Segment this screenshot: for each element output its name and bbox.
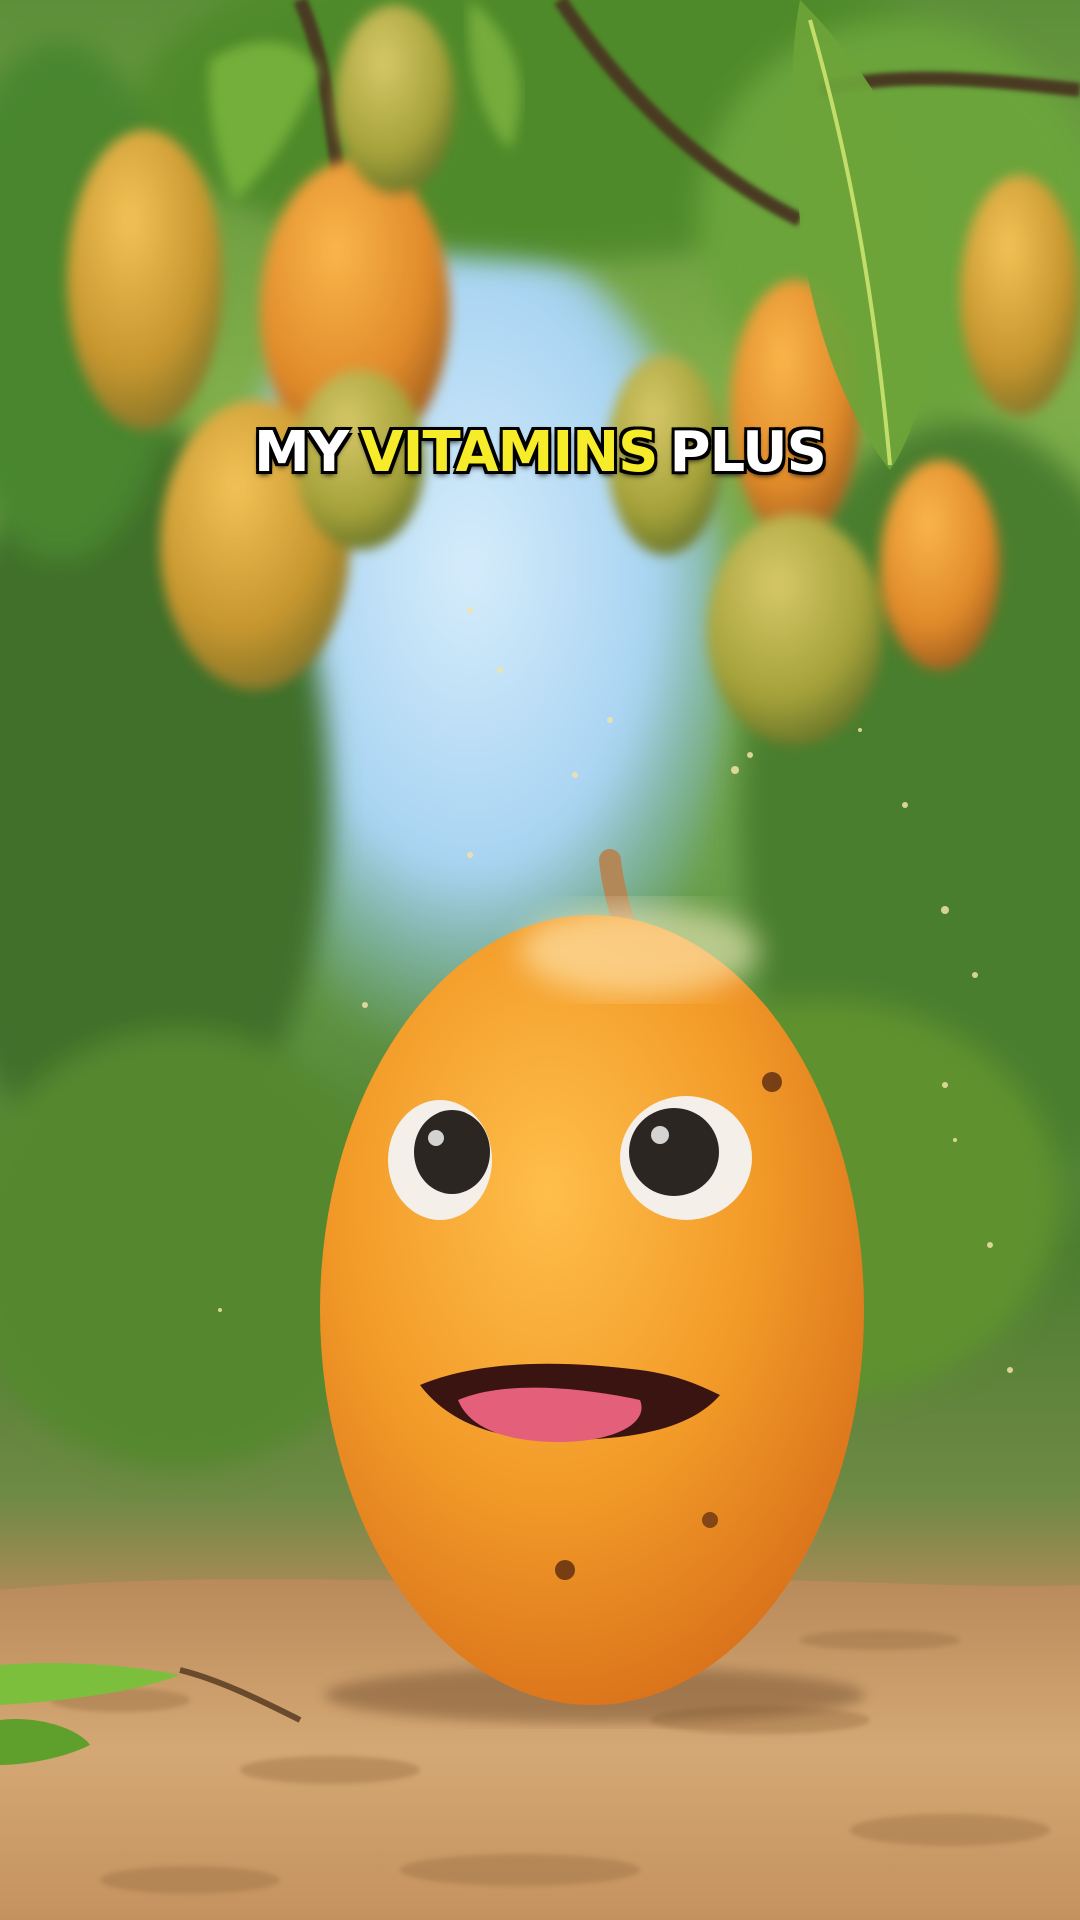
video-frame: MY VITAMINS PLUS	[0, 0, 1080, 1920]
blemish	[762, 1072, 782, 1092]
left-pupil	[414, 1110, 490, 1194]
subtitle-caption: MY VITAMINS PLUS	[0, 420, 1080, 485]
caption-word: PLUS	[669, 420, 827, 485]
mango-body	[320, 915, 864, 1705]
right-pupil	[629, 1108, 719, 1196]
left-eye-glint	[428, 1130, 444, 1146]
hanging-mango	[880, 460, 1000, 670]
blemish	[702, 1512, 718, 1528]
hanging-mango	[707, 515, 883, 745]
right-eye-glint	[651, 1126, 669, 1144]
mango-orchard-scene	[0, 0, 1080, 1920]
caption-highlighted-word: VITAMINS	[360, 420, 658, 485]
caption-word: MY	[254, 420, 349, 485]
hanging-mango	[67, 130, 223, 430]
hanging-mango	[335, 5, 455, 195]
blemish	[555, 1560, 575, 1580]
mango-highlight	[520, 905, 760, 995]
hanging-mango	[960, 175, 1080, 415]
